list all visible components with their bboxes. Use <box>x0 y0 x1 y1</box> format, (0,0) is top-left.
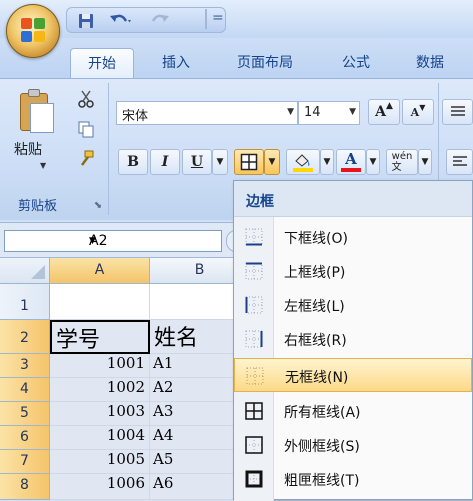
cell-a3[interactable]: 1001 <box>50 354 150 378</box>
menu-item-all-borders[interactable]: 所有框线(A) <box>234 394 472 428</box>
customize-toolbar-button[interactable]: = <box>212 10 224 26</box>
borders-button[interactable] <box>234 149 264 175</box>
select-all-corner[interactable] <box>0 258 50 284</box>
borders-dropdown[interactable]: ▼ <box>264 149 280 175</box>
row-header[interactable]: 8 <box>0 474 50 500</box>
cell-a6[interactable]: 1004 <box>50 426 150 450</box>
borders-icon <box>240 153 258 171</box>
underline-dropdown[interactable]: ▼ <box>212 149 228 175</box>
italic-button[interactable]: I <box>150 149 180 175</box>
copy-icon[interactable] <box>76 119 96 139</box>
name-box[interactable]: A2 ▼ <box>4 230 222 252</box>
border-top-icon <box>245 262 263 280</box>
tab-data[interactable]: 数据 <box>400 48 460 78</box>
font-color-swatch <box>341 168 361 172</box>
menu-item-right-border[interactable]: 右框线(R) <box>234 322 472 356</box>
align-left-button[interactable] <box>446 149 473 175</box>
office-logo-icon <box>21 18 47 44</box>
fill-color-dropdown[interactable]: ▼ <box>320 149 334 175</box>
redo-icon[interactable] <box>145 11 175 31</box>
menu-item-bottom-border[interactable]: 下框线(O) <box>234 220 472 254</box>
font-color-dropdown[interactable]: ▼ <box>366 149 380 175</box>
cell-a1[interactable] <box>50 284 150 320</box>
align-icon <box>450 106 465 116</box>
phonetic-guide-button[interactable]: wén 文 <box>386 149 418 175</box>
all-borders-icon <box>245 402 263 420</box>
clipboard-group-label: 剪贴板 <box>18 199 58 214</box>
quick-access-toolbar <box>66 7 226 33</box>
title-bar: = <box>0 0 473 38</box>
group-divider <box>108 83 109 215</box>
format-painter-icon[interactable] <box>76 149 96 169</box>
row-header[interactable]: 7 <box>0 450 50 474</box>
cut-icon[interactable] <box>76 89 96 109</box>
cell-a7[interactable]: 1005 <box>50 450 150 474</box>
border-right-icon <box>245 330 263 348</box>
tab-insert[interactable]: 插入 <box>148 48 204 78</box>
no-border-icon <box>246 367 264 385</box>
row-header[interactable]: 4 <box>0 378 50 402</box>
font-color-button[interactable]: A <box>336 149 366 175</box>
cell-a2[interactable]: 学号 <box>50 320 150 354</box>
menu-item-left-border[interactable]: 左框线(L) <box>234 288 472 322</box>
menu-item-thick-box-border[interactable]: 粗匣框线(T) <box>234 462 472 496</box>
row-header[interactable]: 1 <box>0 284 50 320</box>
fill-color-icon <box>293 154 313 172</box>
font-size-select[interactable]: 14 ▼ <box>298 101 360 125</box>
office-button[interactable] <box>6 4 60 58</box>
font-name-select[interactable]: 宋体 ▼ <box>116 101 298 125</box>
bold-button[interactable]: B <box>118 149 148 175</box>
cell-a4[interactable]: 1002 <box>50 378 150 402</box>
tab-page-layout[interactable]: 页面布局 <box>220 48 310 78</box>
column-header-a[interactable]: A <box>50 258 150 284</box>
tab-formulas[interactable]: 公式 <box>326 48 386 78</box>
paste-dropdown-icon[interactable]: ▼ <box>40 161 46 170</box>
undo-icon[interactable] <box>105 11 135 31</box>
row-header[interactable]: 5 <box>0 402 50 426</box>
paste-icon[interactable] <box>20 89 58 135</box>
save-icon[interactable] <box>75 11 97 31</box>
row-header[interactable]: 3 <box>0 354 50 378</box>
dialog-launcher-icon[interactable]: ⬊ <box>88 195 108 215</box>
menu-item-outside-borders[interactable]: 外侧框线(S) <box>234 428 472 462</box>
border-left-icon <box>245 296 263 314</box>
border-bottom-icon <box>245 228 263 246</box>
outside-borders-icon <box>245 436 263 454</box>
underline-button[interactable]: U <box>182 149 212 175</box>
menu-item-top-border[interactable]: 上框线(P) <box>234 254 472 288</box>
grow-font-button[interactable]: A ▲ <box>368 99 400 125</box>
tab-home[interactable]: 开始 <box>70 48 134 78</box>
fill-color-button[interactable] <box>286 149 320 175</box>
align-top-button[interactable] <box>442 99 473 125</box>
row-header[interactable]: 2 <box>0 320 50 354</box>
paste-button-label[interactable]: 粘贴 <box>14 139 42 159</box>
thick-box-border-icon <box>245 470 263 488</box>
align-left-icon <box>452 156 467 166</box>
cell-a8[interactable]: 1006 <box>50 474 150 500</box>
ribbon-tabs: 开始 插入 页面布局 公式 数据 <box>0 38 473 78</box>
cell-a5[interactable]: 1003 <box>50 402 150 426</box>
borders-menu: 边框 下框线(O) 上框线(P) 左框线(L) 右框线(R) 无框线(N) 所有… <box>233 180 473 501</box>
shrink-font-button[interactable]: A ▼ <box>402 99 434 125</box>
menu-item-no-border[interactable]: 无框线(N) <box>234 358 472 392</box>
phonetic-dropdown[interactable]: ▼ <box>418 149 432 175</box>
toolbar-separator <box>205 9 207 29</box>
borders-menu-title: 边框 <box>234 181 472 217</box>
row-header[interactable]: 6 <box>0 426 50 450</box>
